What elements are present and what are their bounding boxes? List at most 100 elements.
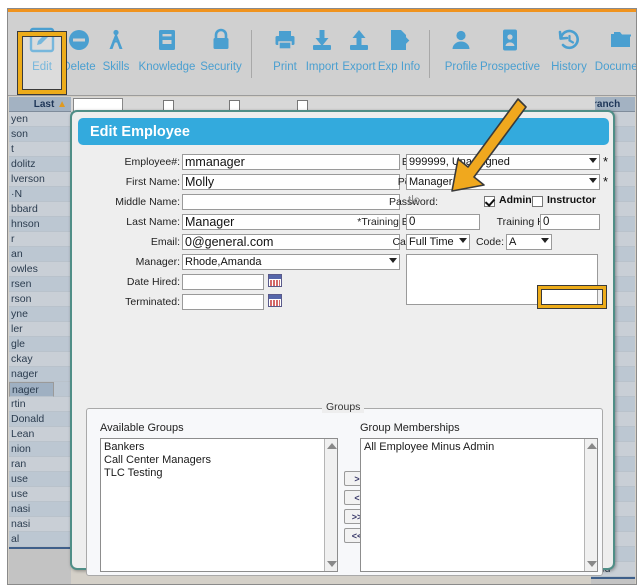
table-row[interactable]: t (9, 142, 71, 157)
employee-list-left-column[interactable]: Last ▲ yen son t dolitz lverson ·N bbard hnson r… (9, 97, 71, 584)
table-row[interactable]: owles (9, 262, 71, 277)
toolbar-button-security[interactable]: Security (192, 20, 250, 88)
tab-groups[interactable]: Groups (86, 584, 130, 585)
select-manager[interactable]: Rhode,Amanda (182, 254, 400, 270)
table-row[interactable]: nager (9, 382, 54, 397)
toolbar-button-prospective[interactable]: Prospective (474, 20, 546, 88)
checkbox-instructor[interactable] (532, 196, 543, 207)
list-empty-tail (9, 547, 71, 584)
input-terminated[interactable] (182, 294, 264, 310)
toolbar-label: History (551, 61, 587, 73)
dialog-title-bar: Edit Employee (78, 118, 609, 145)
input-training-budget[interactable]: 0 (406, 214, 480, 230)
table-row[interactable]: nasi (9, 502, 71, 517)
input-date-hired[interactable] (182, 274, 264, 290)
table-row[interactable]: hnson (9, 217, 71, 232)
skills-compass-icon (104, 20, 128, 60)
table-row[interactable]: yen (9, 112, 71, 127)
label-employee-number: Employee#: (124, 156, 180, 168)
branch-empty-tail (591, 577, 635, 584)
column-header-last[interactable]: Last ▲ (9, 97, 71, 112)
input-first-name[interactable]: Molly (182, 174, 400, 190)
list-item[interactable]: All Employee Minus Admin (361, 441, 597, 454)
list-item[interactable]: Call Center Managers (101, 454, 337, 467)
scroll-up-arrow-icon[interactable] (587, 443, 597, 449)
scrollbar-available-groups[interactable] (324, 439, 337, 571)
calendar-icon-terminated[interactable] (268, 294, 282, 307)
label-admin: Admin (499, 194, 532, 206)
select-position[interactable]: Manager (406, 174, 600, 190)
input-employee-number[interactable]: mmanager (182, 154, 400, 170)
table-row[interactable]: al (9, 532, 71, 547)
print-printer-icon (273, 20, 297, 60)
listbox-group-memberships[interactable]: All Employee Minus Admin (360, 438, 598, 572)
scroll-up-arrow-icon[interactable] (327, 443, 337, 449)
group-memberships-items[interactable]: All Employee Minus Admin (361, 439, 597, 454)
table-row[interactable]: Donald (9, 412, 71, 427)
available-groups-items[interactable]: Bankers Call Center Managers TLC Testing (101, 439, 337, 480)
table-row[interactable]: ran (9, 457, 71, 472)
edit-employee-dialog: Edit Employee Employee#: mmanager * Firs… (70, 110, 615, 576)
table-row[interactable]: ler (9, 322, 71, 337)
select-manager-value: Rhode,Amanda (185, 256, 262, 268)
table-row[interactable]: gle (9, 337, 71, 352)
table-row[interactable]: use (9, 472, 71, 487)
history-clock-icon (557, 20, 581, 60)
table-row[interactable]: bbard (9, 202, 71, 217)
select-code[interactable]: A (506, 234, 552, 250)
sort-ascending-icon: ▲ (57, 98, 67, 110)
table-row[interactable]: Lean (9, 427, 71, 442)
select-branch[interactable]: 999999, Unassigned (406, 154, 600, 170)
security-lock-icon (210, 20, 232, 60)
table-row[interactable]: ckay (9, 352, 71, 367)
toolbar-button-exp-info[interactable]: Exp Info (370, 20, 428, 88)
toolbar-button-knowledge[interactable]: Knowledge (135, 20, 199, 88)
table-row[interactable]: an (9, 247, 71, 262)
input-email[interactable]: 0@general.com (182, 234, 400, 250)
label-last-name: Last Name: (126, 216, 180, 228)
profile-person-icon (449, 20, 473, 60)
table-row[interactable]: nasi (9, 517, 71, 532)
checkbox-admin[interactable] (484, 196, 495, 207)
scrollbar-group-memberships[interactable] (584, 439, 597, 571)
prospective-badge-icon (500, 20, 520, 60)
select-position-value: Manager (409, 176, 453, 188)
screenshot-root: Edit Delete Skills Knowledge Security Pr… (0, 0, 638, 586)
table-row[interactable]: dolitz (9, 157, 71, 172)
employee-list-rows[interactable]: yen son t dolitz lverson ·N bbard hnson r an owles… (9, 112, 71, 547)
toolbar-divider-1 (251, 30, 252, 78)
table-row[interactable]: rsen (9, 277, 71, 292)
table-row[interactable]: nion (9, 442, 71, 457)
table-row[interactable]: rson (9, 292, 71, 307)
table-row[interactable]: rtin (9, 397, 71, 412)
main-toolbar: Edit Delete Skills Knowledge Security Pr… (8, 12, 636, 96)
value-password: tlc (408, 195, 420, 207)
list-item[interactable]: Bankers (101, 441, 337, 454)
toolbar-label: Edit (32, 61, 52, 73)
table-row[interactable]: son (9, 127, 71, 142)
tab-direct-reports[interactable]: Direct Reports (130, 584, 208, 585)
chevron-down-icon (541, 238, 549, 243)
toolbar-label: Skills (102, 61, 130, 73)
input-training-hours[interactable]: 0 (540, 214, 600, 230)
select-category[interactable]: Full Time (406, 234, 470, 250)
toolbar-button-history[interactable]: History (541, 20, 597, 88)
listbox-available-groups[interactable]: Bankers Call Center Managers TLC Testing (100, 438, 338, 572)
scroll-down-arrow-icon[interactable] (327, 561, 337, 567)
application-window: Edit Delete Skills Knowledge Security Pr… (7, 8, 637, 585)
label-available-groups: Available Groups (100, 422, 184, 434)
toolbar-button-document[interactable]: Document (590, 20, 636, 88)
calendar-icon-date-hired[interactable] (268, 274, 282, 287)
list-item[interactable]: TLC Testing (101, 467, 337, 480)
table-row[interactable]: r (9, 232, 71, 247)
table-row[interactable]: lverson (9, 172, 71, 187)
export-upload-icon (347, 20, 371, 60)
table-row[interactable]: yne (9, 307, 71, 322)
scroll-down-arrow-icon[interactable] (587, 561, 597, 567)
textarea-notes[interactable] (406, 254, 598, 305)
edit-pencil-icon (29, 20, 55, 60)
table-row[interactable]: use (9, 487, 71, 502)
table-row[interactable]: ·N (9, 187, 71, 202)
toolbar-label: Print (273, 61, 297, 73)
table-row[interactable]: nager (9, 367, 71, 382)
